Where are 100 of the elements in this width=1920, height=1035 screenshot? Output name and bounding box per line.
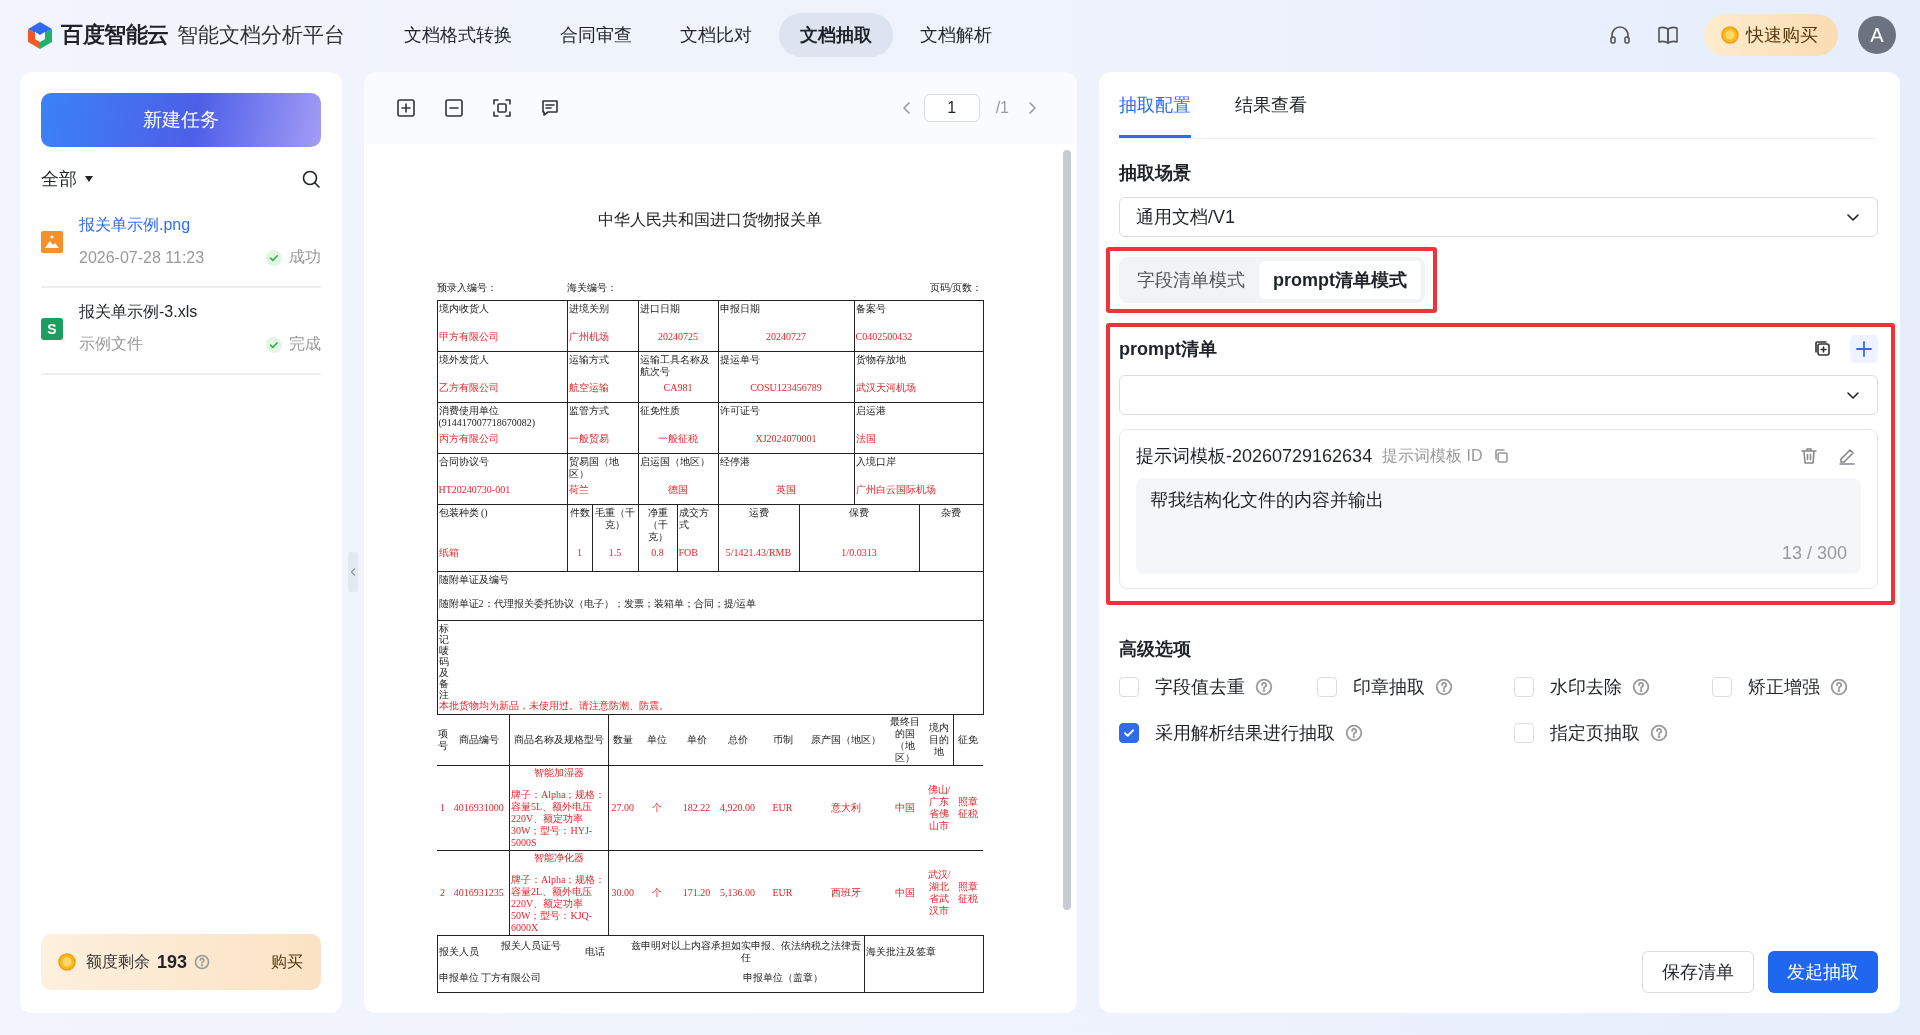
- field-value: 20240727: [765, 331, 807, 343]
- page-input[interactable]: 1: [923, 94, 980, 122]
- headset-icon[interactable]: [1608, 23, 1632, 47]
- edit-icon[interactable]: [1837, 446, 1857, 466]
- field-label: 启运国（地区）: [639, 456, 711, 468]
- field-label: 进境关别: [568, 303, 610, 315]
- help-icon[interactable]: [1650, 724, 1668, 742]
- template-name: 提示词模板-20260729162634: [1136, 445, 1373, 468]
- column-header: 商品编号: [457, 734, 500, 746]
- comment-icon[interactable]: [540, 98, 560, 118]
- table-cell-text: 27.00: [610, 802, 635, 814]
- field-label: 运输方式: [568, 354, 610, 366]
- nav-tab[interactable]: 文档格式转换: [382, 13, 533, 57]
- avatar[interactable]: A: [1858, 16, 1896, 54]
- nav-tab[interactable]: 合同审查: [538, 13, 653, 57]
- buy-link[interactable]: 购买: [271, 951, 303, 973]
- field-value: COSU123456789: [749, 382, 823, 394]
- section-title: prompt清单: [1119, 338, 1217, 361]
- file-item[interactable]: 报关单示例.png 2026-07-28 11:23 成功: [41, 205, 321, 288]
- field-label: 备案号: [855, 303, 887, 315]
- search-icon[interactable]: [301, 169, 321, 189]
- field-label: 海关批注及签章: [865, 945, 937, 958]
- field-label: 成交方式: [678, 507, 710, 531]
- prompt-text-area[interactable]: 帮我结构化文件的内容并输出 13 / 300: [1136, 478, 1861, 574]
- field-value: 1.5: [607, 547, 623, 559]
- field-value: 纸箱: [438, 547, 460, 559]
- header-field: 页码/页数：: [929, 281, 983, 295]
- field-value: 英国: [775, 484, 797, 496]
- fit-screen-icon[interactable]: [492, 98, 512, 118]
- field-value: 德国: [667, 484, 689, 496]
- field-value: C0402500432: [855, 331, 914, 343]
- file-item[interactable]: S 报关单示例-3.xls 示例文件 完成: [41, 292, 321, 375]
- table-cell-text: 武汉/湖北省武汉市: [926, 869, 952, 917]
- nav-tab[interactable]: 文档解析: [898, 13, 1013, 57]
- nav-tab[interactable]: 文档比对: [658, 13, 773, 57]
- zoom-in-icon[interactable]: [396, 98, 416, 118]
- field-value: XJ2024070001: [754, 433, 818, 445]
- help-icon[interactable]: [1435, 678, 1453, 696]
- buy-button[interactable]: 快速购买: [1704, 14, 1838, 56]
- success-icon: [265, 248, 283, 267]
- table-cell-text: 中国: [893, 802, 916, 814]
- select-value: 通用文档/V1: [1136, 206, 1236, 229]
- image-file-icon: [41, 230, 63, 253]
- field-label: 经停港: [719, 456, 751, 468]
- new-task-button[interactable]: 新建任务: [41, 93, 321, 147]
- field-value: 1: [576, 547, 583, 559]
- table-cell-text: 30.00: [610, 887, 635, 899]
- field-label: 许可证号: [719, 405, 761, 417]
- field-label: 监管方式: [568, 405, 610, 417]
- field-label: 杂费: [940, 507, 962, 519]
- option-label: 印章抽取: [1353, 676, 1425, 699]
- option-label: 矫正增强: [1748, 676, 1820, 699]
- column-header: 币制: [771, 734, 794, 746]
- collapse-handle[interactable]: [348, 552, 358, 592]
- field-value: 丙方有限公司: [438, 433, 500, 445]
- tab[interactable]: 结果查看: [1235, 72, 1307, 138]
- add-icon[interactable]: [1850, 335, 1878, 363]
- field-label: 提运单号: [719, 354, 761, 366]
- start-extraction-button[interactable]: 发起抽取: [1768, 951, 1878, 993]
- field-label: 货物存放地: [855, 354, 907, 366]
- table-cell-text: 西班牙: [829, 887, 862, 899]
- header-field: 预录入编号：: [436, 281, 567, 295]
- scene-select[interactable]: 通用文档/V1: [1119, 197, 1878, 237]
- field-label: 标记唛码及备注: [438, 623, 449, 700]
- field-label: 进口日期: [639, 303, 681, 315]
- table-cell-text: 4016931000: [452, 802, 505, 814]
- help-icon[interactable]: [1830, 678, 1848, 696]
- nav-tab[interactable]: 文档抽取: [778, 13, 893, 57]
- column-header: 最终目的国（地区）: [888, 716, 921, 764]
- help-icon[interactable]: [1345, 724, 1363, 742]
- document-title: 中华人民共和国进口货物报关单: [596, 210, 823, 230]
- field-value: 一般贸易: [568, 433, 610, 445]
- field-label: 合同协议号: [438, 456, 490, 468]
- field-value: 航空运输: [568, 382, 610, 394]
- help-icon[interactable]: [1632, 678, 1650, 696]
- field-label: 随附单证及编号: [438, 574, 510, 586]
- column-header: 原产国（地区）: [809, 734, 882, 746]
- mode-tab[interactable]: 字段清单模式: [1123, 261, 1259, 299]
- filter-dropdown[interactable]: 全部: [41, 167, 94, 191]
- mode-tab[interactable]: prompt清单模式: [1259, 261, 1421, 299]
- field-value: CA981: [662, 382, 694, 394]
- quota-label: 额度剩余: [86, 951, 150, 972]
- save-list-button[interactable]: 保存清单: [1642, 951, 1754, 993]
- zoom-out-icon[interactable]: [444, 98, 464, 118]
- table-cell-text: 5,136.00: [719, 887, 756, 899]
- column-header: 境内目的地: [927, 722, 950, 758]
- product-spec: 牌子：Alpha；规格：容量2L、额外电压220V、额定功率50W；型号：KJQ-6000X: [511, 874, 607, 934]
- delete-icon[interactable]: [1799, 446, 1819, 466]
- field-value: 武汉天河机场: [855, 382, 917, 394]
- column-header: 项号: [437, 728, 448, 752]
- field-label: 电话: [584, 945, 606, 958]
- section-title: 高级选项: [1119, 638, 1192, 661]
- checkbox[interactable]: [1119, 723, 1139, 743]
- column-header: 单价: [685, 734, 708, 746]
- help-icon[interactable]: [194, 954, 211, 970]
- tab[interactable]: 抽取配置: [1119, 72, 1191, 138]
- field-label: 贸易国（地区）: [568, 456, 620, 480]
- help-icon[interactable]: [1255, 678, 1273, 696]
- field-label: 件数: [568, 507, 591, 519]
- option-label: 字段值去重: [1155, 676, 1245, 699]
